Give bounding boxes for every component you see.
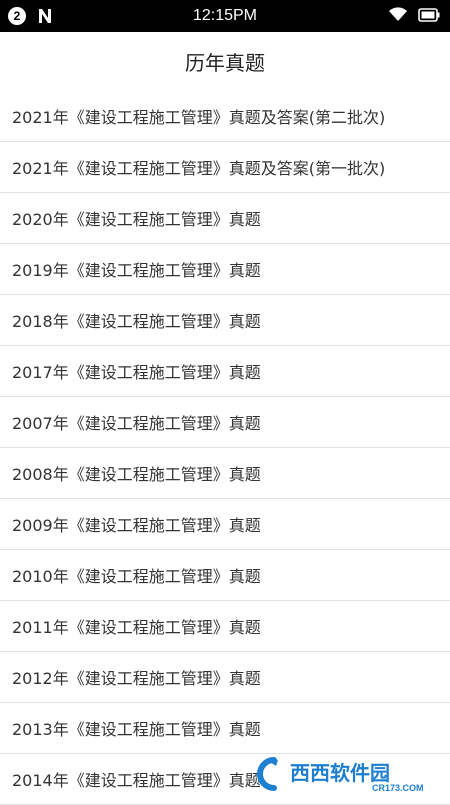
list-item[interactable]: 2018年《建设工程施工管理》真题: [0, 295, 450, 346]
list-item[interactable]: 2021年《建设工程施工管理》真题及答案(第二批次): [0, 91, 450, 142]
status-bar: 2 12:15PM: [0, 0, 450, 32]
watermark-logo: 西西软件园 CR173.COM: [244, 754, 444, 794]
watermark-c-mark-icon: [257, 757, 278, 791]
wifi-icon: [388, 6, 408, 26]
battery-icon: [418, 7, 440, 26]
list-item-label: 2009年《建设工程施工管理》真题: [12, 516, 261, 535]
list-item[interactable]: 2007年《建设工程施工管理》真题: [0, 397, 450, 448]
list-item-label: 2018年《建设工程施工管理》真题: [12, 312, 261, 331]
list-item[interactable]: 2021年《建设工程施工管理》真题及答案(第一批次): [0, 142, 450, 193]
list-item-label: 2007年《建设工程施工管理》真题: [12, 414, 261, 433]
exam-list: 2021年《建设工程施工管理》真题及答案(第二批次) 2021年《建设工程施工管…: [0, 91, 450, 805]
list-item[interactable]: 2020年《建设工程施工管理》真题: [0, 193, 450, 244]
list-item[interactable]: 2009年《建设工程施工管理》真题: [0, 499, 450, 550]
list-item-label: 2011年《建设工程施工管理》真题: [12, 618, 261, 637]
list-item[interactable]: 2019年《建设工程施工管理》真题: [0, 244, 450, 295]
list-item-label: 2021年《建设工程施工管理》真题及答案(第二批次): [12, 108, 386, 127]
list-item-label: 2014年《建设工程施工管理》真题: [12, 771, 261, 790]
list-item-label: 2010年《建设工程施工管理》真题: [12, 567, 261, 586]
status-right: [388, 6, 440, 26]
status-time: 12:15PM: [192, 7, 258, 24]
list-item-label: 2013年《建设工程施工管理》真题: [12, 720, 261, 739]
list-item-label: 2020年《建设工程施工管理》真题: [12, 210, 261, 229]
header: 历年真题: [0, 32, 450, 91]
list-item[interactable]: 2010年《建设工程施工管理》真题: [0, 550, 450, 601]
list-item[interactable]: 2011年《建设工程施工管理》真题: [0, 601, 450, 652]
list-item[interactable]: 2017年《建设工程施工管理》真题: [0, 346, 450, 397]
list-item[interactable]: 2008年《建设工程施工管理》真题: [0, 448, 450, 499]
list-item-label: 2017年《建设工程施工管理》真题: [12, 363, 261, 382]
list-item-label: 2019年《建设工程施工管理》真题: [12, 261, 261, 280]
list-item-label: 2021年《建设工程施工管理》真题及答案(第一批次): [12, 159, 386, 178]
watermark-brand-text: 西西软件园: [290, 761, 390, 785]
list-item[interactable]: 2013年《建设工程施工管理》真题: [0, 703, 450, 754]
watermark-url-text: CR173.COM: [372, 783, 424, 793]
list-item[interactable]: 2012年《建设工程施工管理》真题: [0, 652, 450, 703]
list-item-label: 2012年《建设工程施工管理》真题: [12, 669, 261, 688]
page-title: 历年真题: [185, 51, 265, 75]
list-item-label: 2008年《建设工程施工管理》真题: [12, 465, 261, 484]
